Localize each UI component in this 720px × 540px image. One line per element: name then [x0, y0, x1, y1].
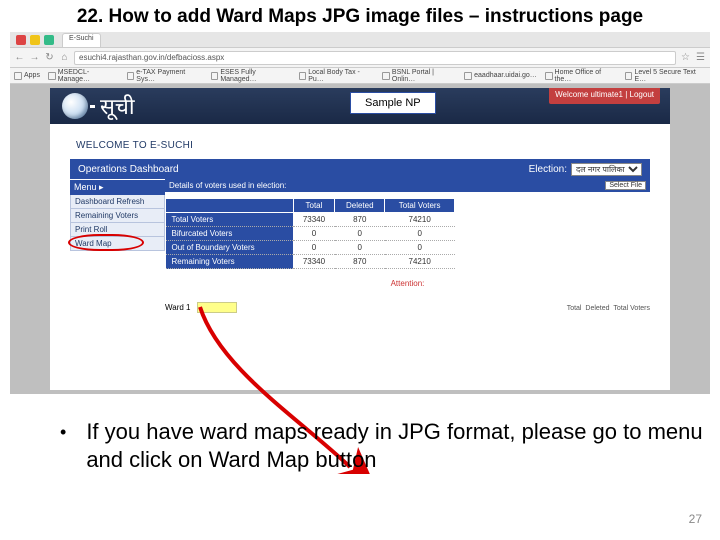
window-max-icon[interactable]: [44, 35, 54, 45]
attention-text: Attention:: [165, 279, 650, 288]
bookmark-item[interactable]: MSEDCL-Manage…: [48, 69, 119, 83]
nav-reload-icon[interactable]: ↻: [44, 52, 55, 63]
bm-icon: [382, 72, 390, 80]
menu-header: Menu ▸: [70, 179, 165, 195]
bm-icon: [625, 72, 633, 80]
dashboard-title: Operations Dashboard: [78, 164, 179, 175]
welcome-heading: Welcome to E-Suchi: [76, 140, 650, 151]
bookmark-item[interactable]: BSNL Portal | Onlin…: [382, 69, 456, 83]
col-total-voters: Total Voters: [385, 199, 455, 213]
menu-expand-icon[interactable]: ▸: [99, 182, 104, 192]
totals-mini: Total Deleted Total Voters: [567, 305, 650, 313]
select-file-button[interactable]: Select File: [605, 181, 646, 190]
col-blank: [166, 199, 294, 213]
bm-icon: [127, 72, 135, 80]
menu-item-ward-map[interactable]: Ward Map: [70, 237, 165, 251]
nav-home-icon[interactable]: ⌂: [59, 52, 70, 63]
bookmark-item[interactable]: Local Body Tax - Pu…: [299, 69, 375, 83]
bookmark-item[interactable]: e-TAX Payment Sys…: [127, 69, 203, 83]
table-row: Out of Boundary Voters000: [166, 241, 455, 255]
browser-tab[interactable]: E-Suchi: [62, 33, 101, 47]
app-banner: सूची Sample NP Welcome ultimate1 | Logou…: [50, 88, 670, 124]
ward-select-row: Ward 1: [165, 302, 237, 313]
bookmark-item[interactable]: Home Office of the…: [545, 69, 617, 83]
nav-back-icon[interactable]: ←: [14, 52, 25, 63]
window-close-icon[interactable]: [16, 35, 26, 45]
page-embed: सूची Sample NP Welcome ultimate1 | Logou…: [10, 84, 710, 394]
voters-table: Total Deleted Total Voters Total Voters7…: [165, 198, 455, 269]
bullet-text: If you have ward maps ready in JPG forma…: [86, 418, 706, 474]
menu-item-dashboard-refresh[interactable]: Dashboard Refresh: [70, 195, 165, 209]
bookmark-star-icon[interactable]: ☆: [680, 52, 691, 63]
page-number: 27: [689, 512, 702, 526]
bookmark-item[interactable]: ESES Fully Managed…: [211, 69, 291, 83]
browser-tabbar: E-Suchi: [10, 32, 710, 48]
table-row: Remaining Voters7334087074210: [166, 255, 455, 269]
bm-icon: [464, 72, 472, 80]
welcome-strip[interactable]: Welcome ultimate1 | Logout: [549, 88, 660, 104]
sample-np-label: Sample NP: [350, 92, 436, 114]
menu-item-print-roll[interactable]: Print Roll: [70, 223, 165, 237]
table-row: Bifurcated Voters000: [166, 227, 455, 241]
bullet-dot-icon: •: [60, 418, 66, 474]
app-window: सूची Sample NP Welcome ultimate1 | Logou…: [50, 88, 670, 390]
menu-item-remaining-voters[interactable]: Remaining Voters: [70, 209, 165, 223]
col-deleted: Deleted: [335, 199, 385, 213]
election-label: Election:: [529, 164, 567, 175]
menu-column: Menu ▸ Dashboard Refresh Remaining Voter…: [70, 179, 165, 313]
election-select[interactable]: दल नगर पालिका: [571, 163, 642, 176]
bookmark-item[interactable]: Apps: [14, 72, 40, 80]
app-brand: सूची: [100, 91, 135, 121]
bookmark-item[interactable]: Level 5 Secure Text E…: [625, 69, 706, 83]
table-header-bar: Details of voters used in election: Sele…: [165, 179, 650, 192]
nav-fwd-icon[interactable]: →: [29, 52, 40, 63]
ward-select[interactable]: [197, 302, 237, 313]
main-column: Details of voters used in election: Sele…: [165, 179, 650, 313]
slide-title: 22. How to add Ward Maps JPG image files…: [0, 0, 720, 32]
dashboard-bar: Operations Dashboard Election: दल नगर पा…: [70, 159, 650, 179]
ward-label: Ward 1: [165, 303, 191, 312]
dash-icon: [90, 105, 95, 108]
app-body: Welcome to E-Suchi Operations Dashboard …: [50, 124, 670, 386]
bullet-row: • If you have ward maps ready in JPG for…: [60, 418, 706, 474]
bookmark-item[interactable]: eaadhaar.uidai.go…: [464, 72, 537, 80]
browser-addressbar: ← → ↻ ⌂ esuchi4.rajasthan.gov.in/defbaci…: [10, 48, 710, 68]
table-row: Total Voters7334087074210: [166, 213, 455, 227]
col-total: Total: [293, 199, 334, 213]
url-field[interactable]: esuchi4.rajasthan.gov.in/defbacioss.aspx: [74, 51, 676, 65]
bm-icon: [48, 72, 56, 80]
e-logo-icon: [62, 93, 88, 119]
apps-icon: [14, 72, 22, 80]
bm-icon: [211, 72, 219, 80]
window-min-icon[interactable]: [30, 35, 40, 45]
bm-icon: [299, 72, 307, 80]
browser-chrome: E-Suchi ← → ↻ ⌂ esuchi4.rajasthan.gov.in…: [10, 32, 710, 84]
menu-icon[interactable]: ☰: [695, 52, 706, 63]
bm-icon: [545, 72, 553, 80]
bookmark-bar: Apps MSEDCL-Manage… e-TAX Payment Sys… E…: [10, 68, 710, 84]
